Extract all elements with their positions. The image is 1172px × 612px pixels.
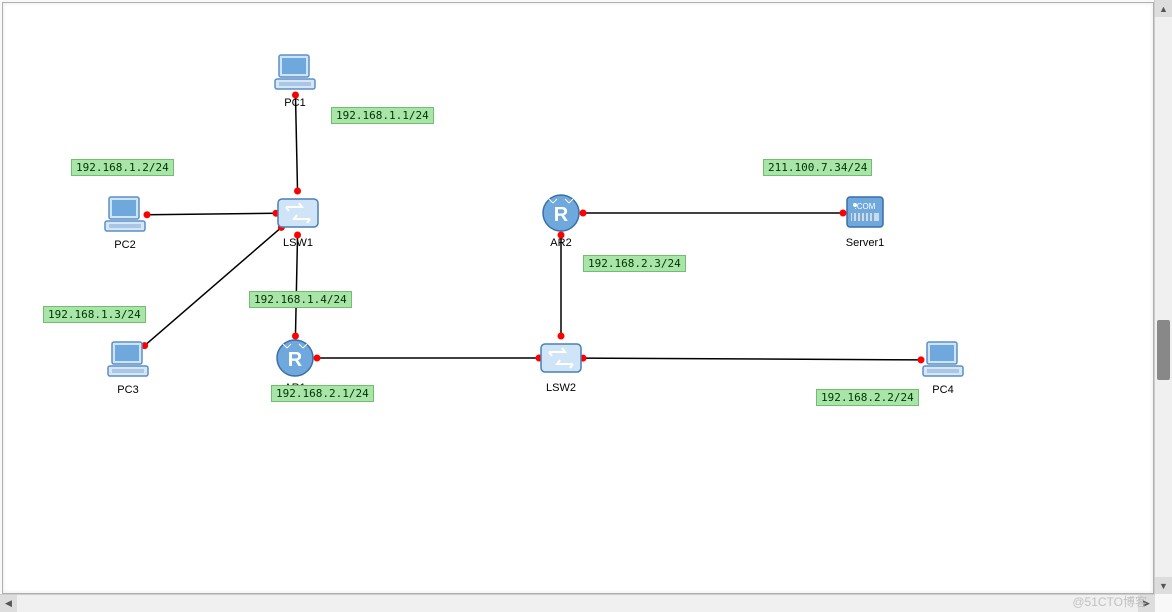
port-dot (278, 224, 285, 231)
link-lsw2-pc4 (583, 358, 921, 360)
port-dot (143, 211, 150, 218)
port-dot (273, 210, 280, 217)
port-dot (294, 188, 301, 195)
port-dot (292, 333, 299, 340)
scroll-track-v[interactable] (1155, 17, 1172, 577)
diagram-frame: PC1 PC2 PC3 PC4 LSW1 LSW2 R AR (2, 2, 1154, 594)
scroll-track-h[interactable] (17, 595, 1138, 612)
horizontal-scrollbar[interactable]: ◀ ▶ (0, 594, 1155, 612)
port-dot (558, 232, 565, 239)
port-dot (536, 355, 543, 362)
ip-label-ar1_ip: 192.168.2.1/24 (271, 385, 374, 402)
port-dot (580, 210, 587, 217)
topology-canvas (3, 3, 1153, 593)
ip-label-pc1_ip: 192.168.1.1/24 (331, 107, 434, 124)
link-lsw1-ar1 (295, 235, 297, 336)
ip-label-pc2_ip: 192.168.1.2/24 (71, 159, 174, 176)
scroll-left-arrow[interactable]: ◀ (0, 595, 17, 612)
ip-label-srv_ip: 211.100.7.34/24 (763, 159, 872, 176)
link-pc2-lsw1 (147, 213, 276, 214)
scroll-thumb-v[interactable] (1157, 320, 1170, 380)
link-pc1-lsw1 (295, 95, 297, 191)
port-dot (292, 91, 299, 98)
port-dot (558, 333, 565, 340)
port-dot (579, 355, 586, 362)
port-dot (314, 355, 321, 362)
watermark-text: @51CTO博客 (1072, 593, 1147, 610)
ip-label-pc3_ip: 192.168.1.3/24 (43, 306, 146, 323)
port-dot (141, 342, 148, 349)
ip-label-ar2_ip: 192.168.2.3/24 (583, 255, 686, 272)
ip-label-lsw1_ip: 192.168.1.4/24 (249, 291, 352, 308)
link-pc3-lsw1 (145, 227, 282, 345)
port-dot (918, 356, 925, 363)
scroll-up-arrow[interactable]: ▲ (1155, 0, 1172, 17)
ip-label-pc4_ip: 192.168.2.2/24 (816, 389, 919, 406)
port-dot (840, 210, 847, 217)
vertical-scrollbar[interactable]: ▲ ▼ (1154, 0, 1172, 594)
port-dot (294, 231, 301, 238)
scroll-down-arrow[interactable]: ▼ (1155, 577, 1172, 594)
